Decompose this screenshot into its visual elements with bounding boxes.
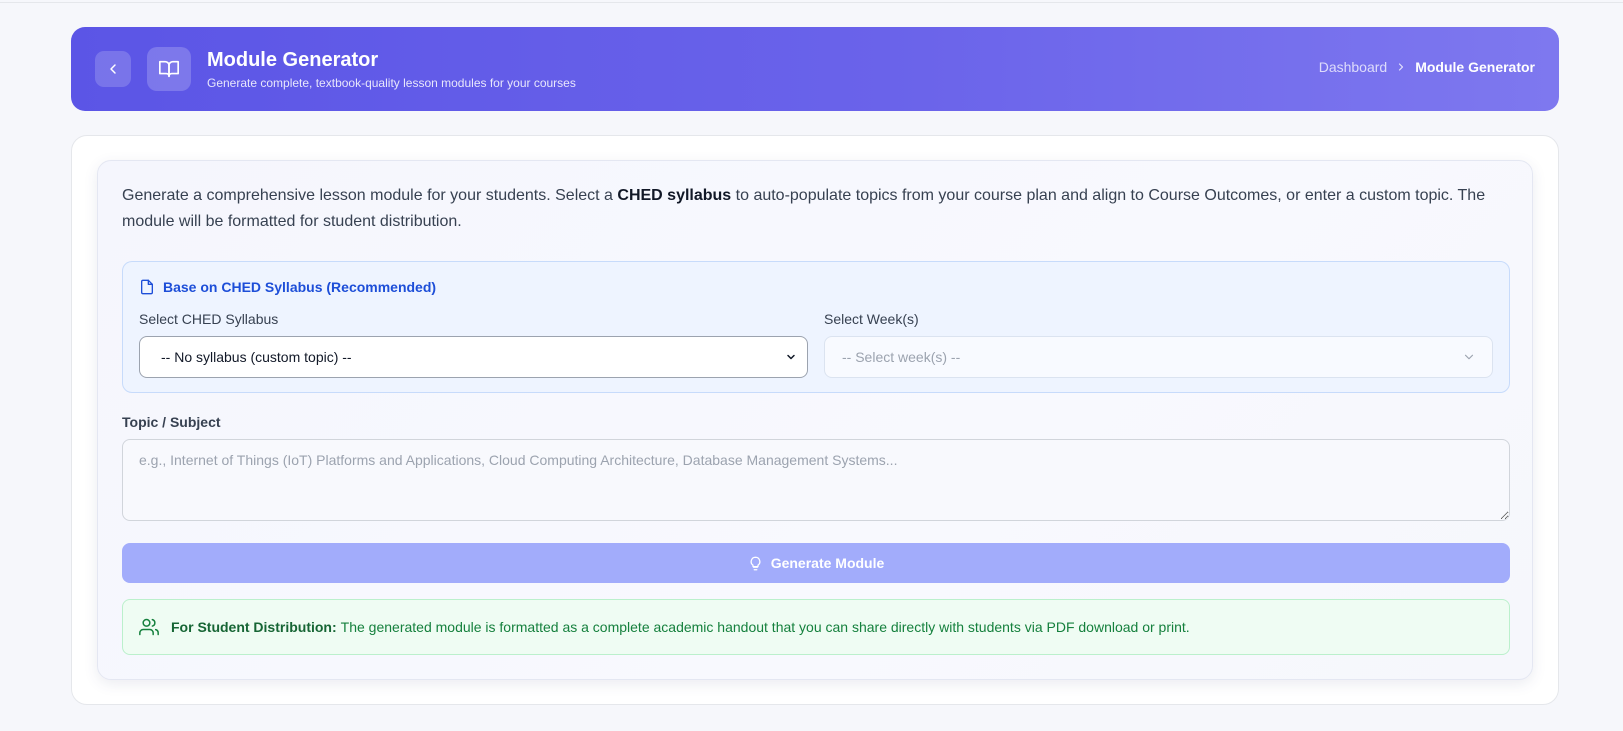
file-icon (141, 279, 153, 295)
ched-syllabus-section: Base on CHED Syllabus (Recommended) Sele… (122, 261, 1510, 393)
generate-module-button[interactable]: Generate Module (122, 543, 1510, 583)
chevron-left-icon (110, 64, 116, 74)
top-divider (0, 2, 1623, 3)
syllabus-select-value: -- No syllabus (custom topic) -- (161, 349, 352, 365)
week-select-value: -- Select week(s) -- (842, 349, 961, 365)
breadcrumb: Dashboard Module Generator (1319, 59, 1535, 75)
chevron-down-icon (787, 354, 795, 360)
distribution-text: The generated module is formatted as a c… (340, 619, 1190, 635)
back-button[interactable] (95, 51, 131, 87)
lightbulb-icon (750, 556, 761, 570)
ched-heading-label: Base on CHED Syllabus (Recommended) (163, 279, 437, 295)
users-icon (139, 618, 159, 636)
generate-module-label: Generate Module (770, 555, 885, 571)
breadcrumb-current: Module Generator (1415, 59, 1535, 75)
generator-card: Generate a comprehensive lesson module f… (71, 135, 1559, 705)
topic-label: Topic / Subject (122, 414, 221, 430)
week-label: Select Week(s) (824, 311, 919, 327)
page-header: Module Generator Generate complete, text… (71, 27, 1559, 111)
book-icon (159, 60, 179, 78)
generator-panel: Generate a comprehensive lesson module f… (97, 160, 1533, 680)
distribution-title: For Student Distribution: (171, 619, 337, 635)
intro-highlight: CHED syllabus (617, 187, 732, 204)
intro-text: Generate a comprehensive lesson module f… (122, 183, 1492, 235)
syllabus-label: Select CHED Syllabus (139, 311, 279, 327)
chevron-right-icon (1395, 61, 1407, 73)
page-subtitle: Generate complete, textbook-quality less… (207, 76, 576, 90)
header-badge (147, 47, 191, 91)
ched-heading: Base on CHED Syllabus (Recommended) (139, 279, 436, 295)
intro-text-before: Generate a comprehensive lesson module f… (122, 187, 618, 204)
week-select[interactable]: -- Select week(s) -- (824, 336, 1493, 378)
distribution-notice: For Student Distribution: The generated … (122, 599, 1510, 655)
page-title: Module Generator (207, 49, 379, 71)
topic-input[interactable] (122, 439, 1510, 521)
syllabus-select[interactable]: -- No syllabus (custom topic) -- (139, 336, 808, 378)
breadcrumb-dashboard-link[interactable]: Dashboard (1319, 59, 1388, 75)
chevron-down-icon (1464, 354, 1474, 360)
